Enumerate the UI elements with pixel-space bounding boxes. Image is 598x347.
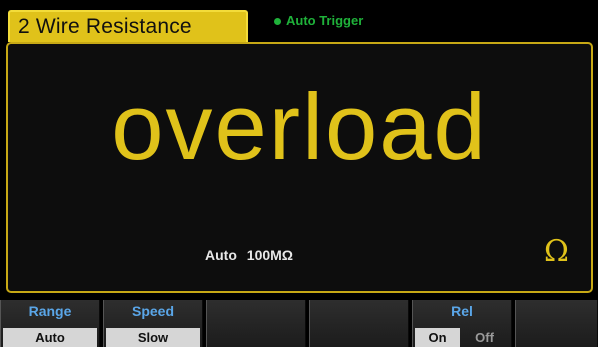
rel-off-option[interactable]: Off (460, 328, 509, 347)
softkey-rel[interactable]: Rel On Off (412, 300, 512, 347)
softkey-speed-value: Slow (106, 328, 200, 347)
measurement-display: overload Auto 100MΩ Ω (6, 42, 593, 293)
range-mode: Auto (205, 247, 237, 263)
softkey-4[interactable] (309, 300, 409, 347)
ohm-icon: Ω (544, 234, 569, 269)
trigger-indicator-icon (274, 18, 281, 25)
softkey-speed[interactable]: Speed Slow (103, 300, 203, 347)
rel-toggle[interactable]: On Off (415, 328, 509, 347)
measurement-mode-tab[interactable]: 2 Wire Resistance (8, 10, 248, 42)
trigger-status-label: Auto Trigger (286, 13, 364, 28)
softkey-3[interactable] (206, 300, 306, 347)
header-bar: 2 Wire Resistance Auto Trigger (0, 0, 598, 44)
measurement-mode-label: 2 Wire Resistance (18, 15, 192, 38)
multimeter-screen: 2 Wire Resistance Auto Trigger overload … (0, 0, 598, 347)
softkey-bar: Range Auto Speed Slow Rel On Off (0, 300, 598, 347)
rel-on-option[interactable]: On (415, 328, 461, 347)
softkey-speed-title: Speed (131, 303, 174, 319)
range-info: Auto 100MΩ (205, 247, 293, 263)
softkey-range-title: Range (28, 303, 72, 319)
reading-value: overload (111, 74, 488, 179)
softkey-range[interactable]: Range Auto (0, 300, 100, 347)
softkey-rel-title: Rel (451, 303, 473, 319)
softkey-6[interactable] (515, 300, 598, 347)
softkey-range-value: Auto (3, 328, 97, 347)
range-value: 100MΩ (246, 247, 294, 263)
